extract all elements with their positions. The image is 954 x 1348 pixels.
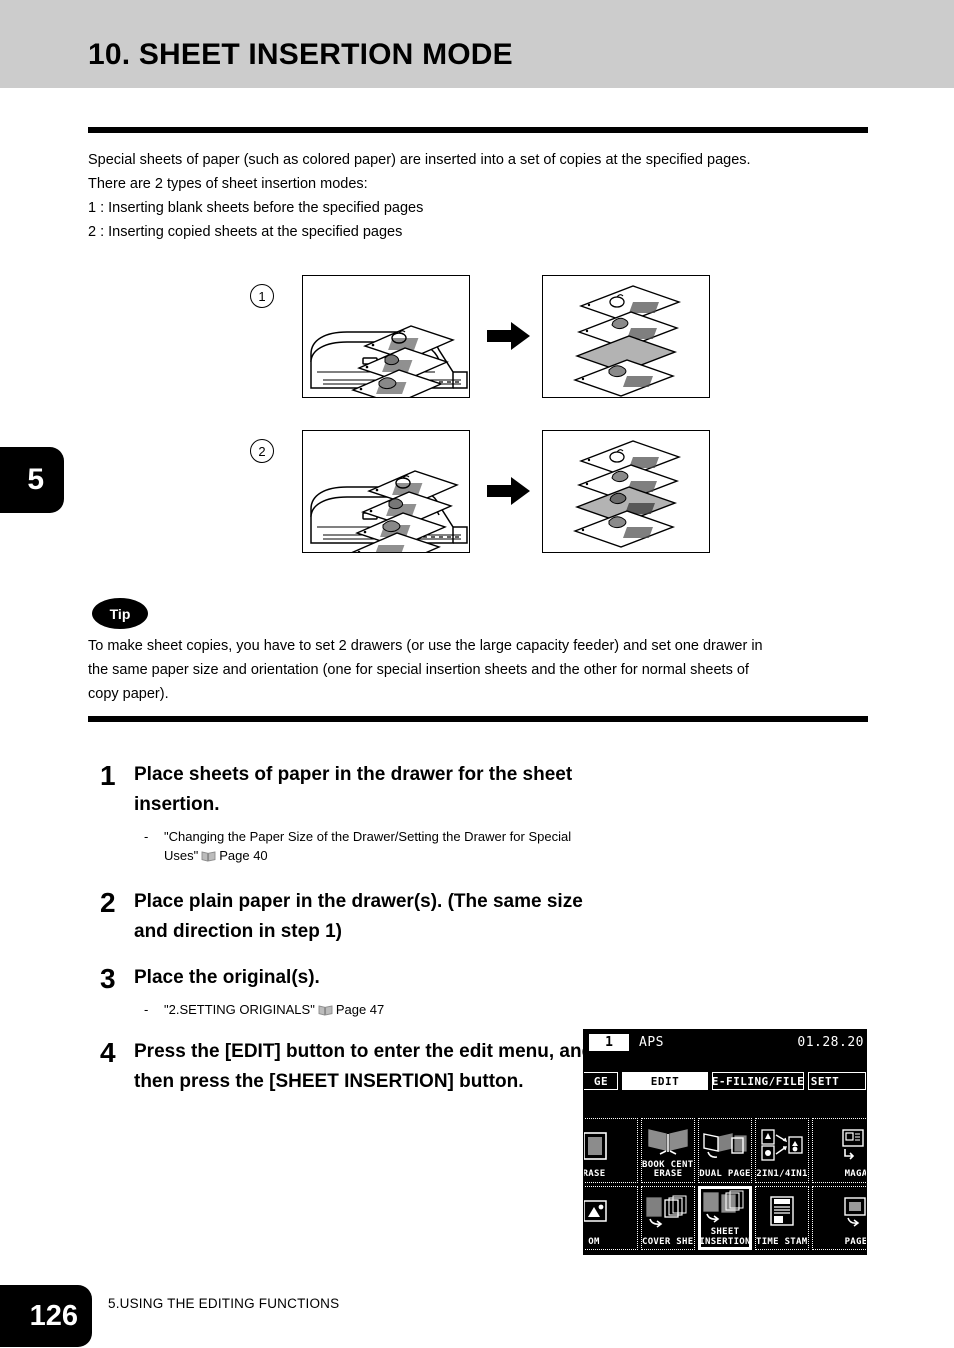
- illustration-marker-2: 2: [250, 439, 274, 463]
- step-1-number: 1: [100, 760, 116, 791]
- lcd-button-cover-sheet[interactable]: COVER SHEET: [641, 1185, 695, 1250]
- step-3: 3 Place the original(s). - "2.SETTING ORI…: [100, 963, 600, 1019]
- lcd-status-bar: 1 APS 01.28.20 GE EDIT E-FILING/FILE SET…: [584, 1030, 866, 1092]
- illustration-1-output-frame: [542, 275, 710, 398]
- lcd-button-dual-page[interactable]: DUAL PAGE: [698, 1118, 752, 1183]
- tab-e-filing-file[interactable]: E-FILING/FILE: [712, 1072, 804, 1090]
- intro-line-3: 1 : Inserting blank sheets before the sp…: [88, 200, 424, 216]
- step-3-note: - "2.SETTING ORIGINALS" Page 47: [144, 1000, 600, 1019]
- tip-badge-label: Tip: [109, 605, 131, 622]
- tip-body: To make sheet copies, you have to set 2 …: [88, 634, 878, 706]
- steps-list: 1 Place sheets of paper in the drawer fo…: [100, 760, 600, 1107]
- step-1-note: - "Changing the Paper Size of the Drawer/…: [144, 827, 600, 865]
- lcd-button-edge-erase[interactable]: RASE: [583, 1118, 638, 1183]
- lcd-button-2in1-4in1[interactable]: 2IN1/4IN1: [755, 1118, 809, 1183]
- cover-sheet-icon: [642, 1187, 694, 1238]
- step-1: 1 Place sheets of paper in the drawer fo…: [100, 760, 600, 865]
- step-3-note-text: "2.SETTING ORIGINALS": [164, 1002, 315, 1017]
- illustration-2-copier-frame: [302, 430, 470, 553]
- lcd-button-image-zoom-label: OM: [588, 1236, 600, 1247]
- lcd-button-page-number[interactable]: PAGE: [812, 1185, 867, 1250]
- step-4-text: Press the [EDIT] button to enter the edi…: [134, 1041, 594, 1092]
- lcd-tab-bar: GE EDIT E-FILING/FILE SETT: [584, 1072, 866, 1092]
- image-zoom-icon: [584, 1187, 637, 1238]
- illustration-1-copier-frame: [302, 275, 470, 398]
- lcd-button-time-stamp[interactable]: TIME STAMP: [755, 1185, 809, 1250]
- flow-arrow-1: [487, 321, 531, 351]
- chapter-tab-number: 5: [27, 463, 44, 496]
- step-4: 4 Press the [EDIT] button to enter the e…: [100, 1037, 600, 1097]
- book-reference-icon: [201, 848, 216, 862]
- magazine-sort-icon: [813, 1119, 866, 1170]
- tab-e-filing-file-label: E-FILING/FILE: [711, 1074, 805, 1088]
- lcd-button-cover-sheet-label: COVER SHEET: [642, 1236, 694, 1247]
- lcd-paper-mode: APS: [639, 1035, 664, 1050]
- step-4-number: 4: [100, 1037, 116, 1068]
- tip-line-1: To make sheet copies, you have to set 2 …: [88, 638, 763, 654]
- tab-image-label: GE: [593, 1074, 609, 1088]
- page-number-icon: [813, 1187, 866, 1238]
- lcd-button-page-number-label: PAGE: [844, 1236, 867, 1247]
- lcd-button-sheet-insertion-label: SHEET INSERTION: [699, 1227, 751, 1247]
- copier-lcd-screenshot: 1 APS 01.28.20 GE EDIT E-FILING/FILE SET…: [583, 1029, 867, 1255]
- sheet-insertion-icon: [699, 1187, 751, 1229]
- step-3-number: 3: [100, 963, 116, 994]
- tip-badge: Tip: [92, 598, 148, 629]
- footer-page-number-tab: 126: [0, 1285, 92, 1347]
- tab-settings[interactable]: SETT: [808, 1072, 866, 1090]
- step-2: 2 Place plain paper in the drawer(s). (T…: [100, 887, 600, 947]
- illustration-marker-1: 1: [250, 284, 274, 308]
- lcd-button-image-zoom[interactable]: OM: [584, 1185, 638, 1250]
- edge-erase-icon: [584, 1119, 637, 1170]
- step-2-text: Place plain paper in the drawer(s). (The…: [134, 891, 583, 942]
- intro-line-2: There are 2 types of sheet insertion mod…: [88, 176, 368, 192]
- output-stack-blank-insert-icon: [572, 285, 682, 397]
- step-1-text: Place sheets of paper in the drawer for …: [134, 764, 573, 815]
- step-3-note-ref: Page 47: [335, 1002, 385, 1017]
- lcd-button-magazine-sort-label: MAGA: [844, 1169, 867, 1179]
- tab-edit[interactable]: EDIT: [622, 1072, 708, 1090]
- time-stamp-icon: [756, 1187, 808, 1238]
- book-center-erase-icon: [642, 1119, 694, 1161]
- page-title: 10. SHEET INSERTION MODE: [88, 38, 513, 71]
- tab-image[interactable]: GE: [584, 1072, 618, 1090]
- step-2-number: 2: [100, 887, 116, 918]
- intro-line-4: 2 : Inserting copied sheets at the speci…: [88, 224, 403, 240]
- lcd-button-book-center-erase[interactable]: BOOK CENTERERASE: [641, 1118, 695, 1183]
- step-1-note-dash: -: [144, 829, 149, 844]
- step-3-note-dash: -: [144, 1002, 149, 1017]
- intro-line-1: Special sheets of paper (such as colored…: [88, 152, 751, 168]
- lcd-copy-count: 1: [589, 1034, 629, 1051]
- lcd-button-time-stamp-label: TIME STAMP: [756, 1236, 809, 1247]
- footer-page-number: 126: [29, 1299, 78, 1332]
- rule-top: [88, 127, 868, 133]
- lcd-button-book-center-erase-label: BOOK CENTERERASE: [642, 1159, 694, 1179]
- lcd-button-edge-erase-label: RASE: [583, 1169, 606, 1179]
- lcd-function-grid: RASE BOOK CENTERERASE: [584, 1118, 866, 1250]
- 2in1-4in1-icon: [756, 1119, 808, 1170]
- tab-edit-label: EDIT: [650, 1074, 680, 1088]
- copier-with-originals-icon: [310, 470, 468, 552]
- lcd-button-dual-page-label: DUAL PAGE: [699, 1169, 751, 1179]
- illustration-2-output-frame: [542, 430, 710, 553]
- footer-chapter-title: 5.USING THE EDITING FUNCTIONS: [108, 1296, 340, 1311]
- tip-line-2: the same paper size and orientation (one…: [88, 662, 749, 678]
- lcd-button-magazine-sort[interactable]: MAGA: [812, 1118, 867, 1183]
- lcd-button-sheet-insertion[interactable]: SHEET INSERTION: [698, 1185, 752, 1250]
- chapter-tab: 5: [0, 447, 64, 513]
- copier-with-originals-icon: [310, 325, 468, 397]
- lcd-datetime: 01.28.20: [797, 1035, 864, 1050]
- lcd-button-2in1-4in1-label: 2IN1/4IN1: [756, 1169, 808, 1179]
- dual-page-icon: [699, 1119, 751, 1170]
- output-stack-copied-insert-icon: [572, 440, 682, 548]
- manual-page: 10. SHEET INSERTION MODE Special sheets …: [0, 0, 954, 1348]
- step-1-note-ref: Page 40: [219, 848, 268, 863]
- tip-line-3: copy paper).: [88, 686, 169, 702]
- intro-paragraph: Special sheets of paper (such as colored…: [88, 148, 878, 244]
- book-reference-icon: [318, 1002, 333, 1016]
- step-3-text: Place the original(s).: [134, 967, 320, 988]
- tab-settings-label: SETT: [810, 1074, 840, 1088]
- rule-bottom: [88, 716, 868, 722]
- flow-arrow-2: [487, 476, 531, 506]
